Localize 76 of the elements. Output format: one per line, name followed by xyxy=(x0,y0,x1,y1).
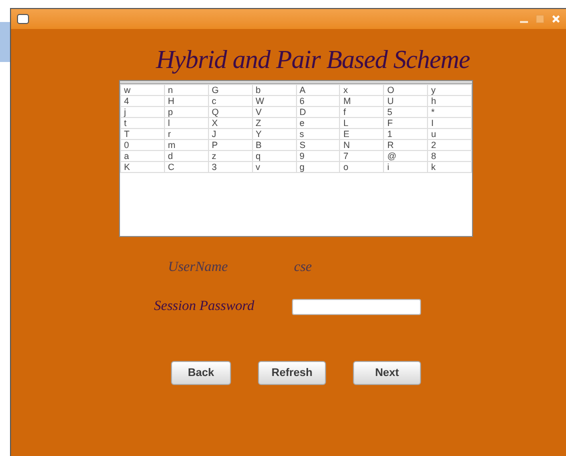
nav-button[interactable]: Back xyxy=(171,361,231,385)
grid-cell[interactable]: o xyxy=(340,162,384,172)
grid-cell[interactable]: 1 xyxy=(384,128,428,140)
grid-cell[interactable]: u xyxy=(428,128,472,140)
grid-cell[interactable]: s xyxy=(296,128,340,140)
desktop-background xyxy=(0,22,10,62)
grid-cell[interactable]: V xyxy=(252,106,296,118)
grid-cell[interactable]: C xyxy=(164,162,208,172)
grid-cell[interactable]: f xyxy=(340,106,384,118)
grid-cell[interactable]: 2 xyxy=(428,140,472,150)
grid-cell[interactable]: L xyxy=(340,118,384,128)
grid-cell[interactable]: m xyxy=(164,140,208,150)
grid-cell[interactable]: 8 xyxy=(428,150,472,162)
username-label: UserName xyxy=(168,259,229,277)
grid-cell[interactable]: x xyxy=(340,84,384,96)
grid-cell[interactable]: O xyxy=(384,84,428,96)
grid-cell[interactable]: Q xyxy=(208,106,252,118)
window-icon xyxy=(17,14,29,24)
session-password-field[interactable] xyxy=(292,298,421,314)
grid-cell[interactable]: g xyxy=(296,162,340,172)
grid-cell[interactable]: n xyxy=(164,84,208,96)
grid-cell[interactable]: h xyxy=(428,96,472,106)
nav-button[interactable]: Refresh xyxy=(258,361,326,385)
grid-cell[interactable]: X xyxy=(208,118,252,128)
grid-cell[interactable]: T xyxy=(120,128,164,140)
grid-cell[interactable]: y xyxy=(428,84,472,96)
grid-cell[interactable]: 6 xyxy=(296,96,340,106)
grid-cell[interactable]: * xyxy=(428,106,472,118)
username-value: cse xyxy=(294,259,312,277)
grid-cell[interactable]: A xyxy=(296,84,340,96)
grid-cell[interactable]: W xyxy=(252,96,296,106)
grid-cell[interactable]: r xyxy=(164,128,208,140)
grid-cell[interactable]: K xyxy=(120,162,164,172)
grid-cell[interactable]: c xyxy=(208,96,252,106)
grid-cell[interactable]: z xyxy=(208,150,252,162)
grid-cell[interactable]: b xyxy=(252,84,296,96)
session-password-label: Session Password xyxy=(154,298,256,316)
close-icon[interactable] xyxy=(552,15,560,23)
grid-cell[interactable]: Y xyxy=(252,128,296,140)
grid-cell[interactable]: d xyxy=(164,150,208,162)
grid-cell[interactable]: w xyxy=(120,84,164,96)
maximize-icon[interactable] xyxy=(536,15,544,23)
grid-cell[interactable]: I xyxy=(428,118,472,128)
grid-cell[interactable]: l xyxy=(164,118,208,128)
grid-cell[interactable]: D xyxy=(296,106,340,118)
app-title: Hybrid and Pair Based Scheme xyxy=(156,45,471,75)
grid-cell[interactable]: 5 xyxy=(384,106,428,118)
grid-cell[interactable]: N xyxy=(340,140,384,150)
grid-cell[interactable]: F xyxy=(384,118,428,128)
grid-cell[interactable]: 7 xyxy=(340,150,384,162)
grid-cell[interactable]: q xyxy=(252,150,296,162)
grid-cell[interactable]: 0 xyxy=(120,140,164,150)
grid-cell[interactable]: J xyxy=(208,128,252,140)
grid-cell[interactable]: M xyxy=(340,96,384,106)
grid-cell[interactable]: 3 xyxy=(208,162,252,172)
grid-cell[interactable]: 4 xyxy=(120,96,164,106)
grid-cell[interactable]: k xyxy=(428,162,472,172)
grid-cell[interactable]: a xyxy=(120,150,164,162)
grid-cell[interactable]: p xyxy=(164,106,208,118)
grid-cell[interactable]: i xyxy=(384,162,428,172)
grid-cell[interactable]: e xyxy=(296,118,340,128)
grid-cell[interactable]: 9 xyxy=(296,150,340,162)
grid-cell[interactable]: R xyxy=(384,140,428,150)
grid-cell[interactable]: G xyxy=(208,84,252,96)
grid-cell[interactable]: B xyxy=(252,140,296,150)
grid-cell[interactable]: U xyxy=(384,96,428,106)
grid-cell[interactable]: S xyxy=(296,140,340,150)
nav-button[interactable]: Next xyxy=(353,361,421,385)
grid-cell[interactable]: E xyxy=(340,128,384,140)
grid-cell[interactable]: P xyxy=(208,140,252,150)
grid-cell[interactable]: j xyxy=(120,106,164,118)
grid-cell[interactable]: t xyxy=(120,118,164,128)
grid-cell[interactable]: v xyxy=(252,162,296,172)
grid-cell[interactable]: @ xyxy=(384,150,428,162)
grid-cell[interactable]: Z xyxy=(252,118,296,128)
grid-cell[interactable]: H xyxy=(164,96,208,106)
